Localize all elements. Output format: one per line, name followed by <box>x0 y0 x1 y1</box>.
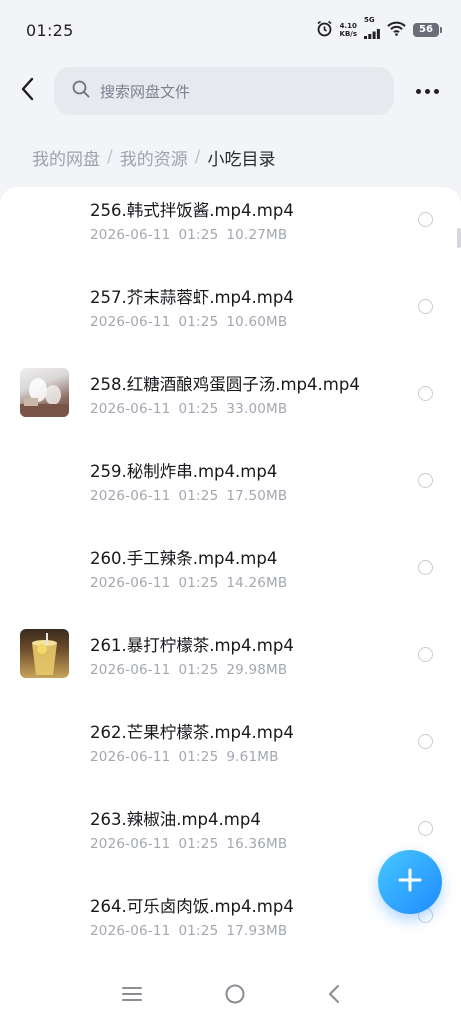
chevron-left-icon <box>20 77 34 105</box>
scrollbar[interactable] <box>457 228 461 248</box>
signal-type-label: 5G <box>364 16 375 24</box>
file-time: 01:25 <box>178 314 219 330</box>
file-meta: 2026-06-11 01:25 9.61MB <box>90 749 279 765</box>
file-row[interactable]: 262.芒果柠檬茶.mp4.mp4 2026-06-11 01:25 9.61MB <box>0 709 461 796</box>
file-time: 01:25 <box>178 662 219 678</box>
file-size: 10.27MB <box>226 227 288 243</box>
status-time: 01:25 <box>26 20 74 40</box>
file-name: 258.红糖酒酿鸡蛋圆子汤.mp4.mp4 <box>90 375 360 394</box>
file-time: 01:25 <box>178 575 219 591</box>
file-size: 14.26MB <box>226 575 288 591</box>
file-time: 01:25 <box>178 923 219 939</box>
select-radio[interactable] <box>418 821 433 836</box>
more-dot <box>425 88 430 94</box>
file-meta: 2026-06-11 01:25 14.26MB <box>90 575 287 591</box>
file-meta: 2026-06-11 01:25 10.27MB <box>90 227 287 243</box>
file-name: 262.芒果柠檬茶.mp4.mp4 <box>90 723 294 742</box>
network-speed-unit: KB/s <box>339 30 357 38</box>
file-size: 33.00MB <box>226 401 288 417</box>
select-radio[interactable] <box>418 386 433 401</box>
video-thumbnail <box>20 368 69 417</box>
file-date: 2026-06-11 <box>90 314 171 330</box>
status-bar: 01:25 4.10 KB/s 5G 56 <box>0 0 461 60</box>
network-speed: 4.10 KB/s <box>340 22 357 38</box>
file-meta: 2026-06-11 01:25 29.98MB <box>90 662 287 678</box>
select-radio[interactable] <box>418 212 433 227</box>
file-time: 01:25 <box>178 401 219 417</box>
search-placeholder: 搜索网盘文件 <box>100 82 191 101</box>
breadcrumb-item-current: 小吃目录 <box>207 149 276 170</box>
file-name: 259.秘制炸串.mp4.mp4 <box>90 462 278 481</box>
file-size: 17.50MB <box>226 488 288 504</box>
breadcrumb: 我的网盘 / 我的资源 / 小吃目录 <box>32 142 275 172</box>
file-row[interactable]: 257.芥末蒜蓉虾.mp4.mp4 2026-06-11 01:25 10.60MB <box>0 274 461 361</box>
file-list: 256.韩式拌饭酱.mp4.mp4 2026-06-11 01:25 10.27MB… <box>0 187 461 967</box>
file-date: 2026-06-11 <box>90 749 171 765</box>
file-name: 257.芥末蒜蓉虾.mp4.mp4 <box>90 288 294 307</box>
file-row[interactable]: 260.手工辣条.mp4.mp4 2026-06-11 01:25 14.26MB <box>0 535 461 622</box>
file-size: 16.36MB <box>226 836 288 852</box>
file-size: 10.60MB <box>226 314 288 330</box>
nav-back-icon[interactable] <box>327 984 341 1008</box>
file-time: 01:25 <box>178 749 219 765</box>
more-dot <box>416 88 421 94</box>
file-meta: 2026-06-11 01:25 17.50MB <box>90 488 287 504</box>
status-icons: 4.10 KB/s 5G 56 <box>316 17 442 43</box>
signal-bars-icon <box>364 24 380 43</box>
file-name: 256.韩式拌饭酱.mp4.mp4 <box>90 201 294 220</box>
file-name: 264.可乐卤肉饭.mp4.mp4 <box>90 897 294 916</box>
breadcrumb-separator: / <box>107 147 113 167</box>
file-meta: 2026-06-11 01:25 17.93MB <box>90 923 287 939</box>
file-date: 2026-06-11 <box>90 227 171 243</box>
file-meta: 2026-06-11 01:25 10.60MB <box>90 314 287 330</box>
plus-icon <box>398 868 422 896</box>
system-nav-bar <box>0 967 461 1024</box>
file-row[interactable]: 256.韩式拌饭酱.mp4.mp4 2026-06-11 01:25 10.27MB <box>0 187 461 274</box>
file-date: 2026-06-11 <box>90 401 171 417</box>
add-button[interactable] <box>378 850 442 914</box>
more-dot <box>434 88 439 94</box>
battery-indicator: 56 <box>413 23 442 37</box>
alarm-icon <box>316 20 333 41</box>
back-button[interactable] <box>0 66 54 116</box>
file-meta: 2026-06-11 01:25 16.36MB <box>90 836 287 852</box>
file-row[interactable]: 258.红糖酒酿鸡蛋圆子汤.mp4.mp4 2026-06-11 01:25 33.… <box>0 361 461 448</box>
breadcrumb-item-my-drive[interactable]: 我的网盘 <box>32 145 100 170</box>
file-time: 01:25 <box>178 227 219 243</box>
file-size: 17.93MB <box>226 923 288 939</box>
search-input[interactable]: 搜索网盘文件 <box>54 67 394 115</box>
file-date: 2026-06-11 <box>90 575 171 591</box>
file-date: 2026-06-11 <box>90 836 171 852</box>
select-radio[interactable] <box>418 647 433 662</box>
file-date: 2026-06-11 <box>90 662 171 678</box>
file-name: 263.辣椒油.mp4.mp4 <box>90 810 261 829</box>
file-row[interactable]: 259.秘制炸串.mp4.mp4 2026-06-11 01:25 17.50MB <box>0 448 461 535</box>
file-name: 261.暴打柠檬茶.mp4.mp4 <box>90 636 294 655</box>
home-circle-icon[interactable] <box>224 983 246 1009</box>
video-thumbnail <box>20 629 69 678</box>
more-options-button[interactable] <box>394 66 461 116</box>
file-row[interactable]: 261.暴打柠檬茶.mp4.mp4 2026-06-11 01:25 29.98MB <box>0 622 461 709</box>
select-radio[interactable] <box>418 299 433 314</box>
wifi-icon <box>387 21 406 40</box>
breadcrumb-item-my-resources[interactable]: 我的资源 <box>120 145 188 170</box>
cell-signal: 5G <box>364 17 380 43</box>
file-date: 2026-06-11 <box>90 923 171 939</box>
file-name: 260.手工辣条.mp4.mp4 <box>90 549 278 568</box>
file-meta: 2026-06-11 01:25 33.00MB <box>90 401 287 417</box>
menu-icon[interactable] <box>121 986 143 1006</box>
file-date: 2026-06-11 <box>90 488 171 504</box>
file-size: 9.61MB <box>226 749 279 765</box>
select-radio[interactable] <box>418 560 433 575</box>
select-radio[interactable] <box>418 473 433 488</box>
select-radio[interactable] <box>418 734 433 749</box>
file-size: 29.98MB <box>226 662 288 678</box>
file-time: 01:25 <box>178 836 219 852</box>
file-time: 01:25 <box>178 488 219 504</box>
network-speed-value: 4.10 <box>339 22 357 30</box>
top-bar: 搜索网盘文件 <box>0 66 461 116</box>
breadcrumb-separator: / <box>194 147 201 167</box>
search-icon <box>72 80 90 102</box>
